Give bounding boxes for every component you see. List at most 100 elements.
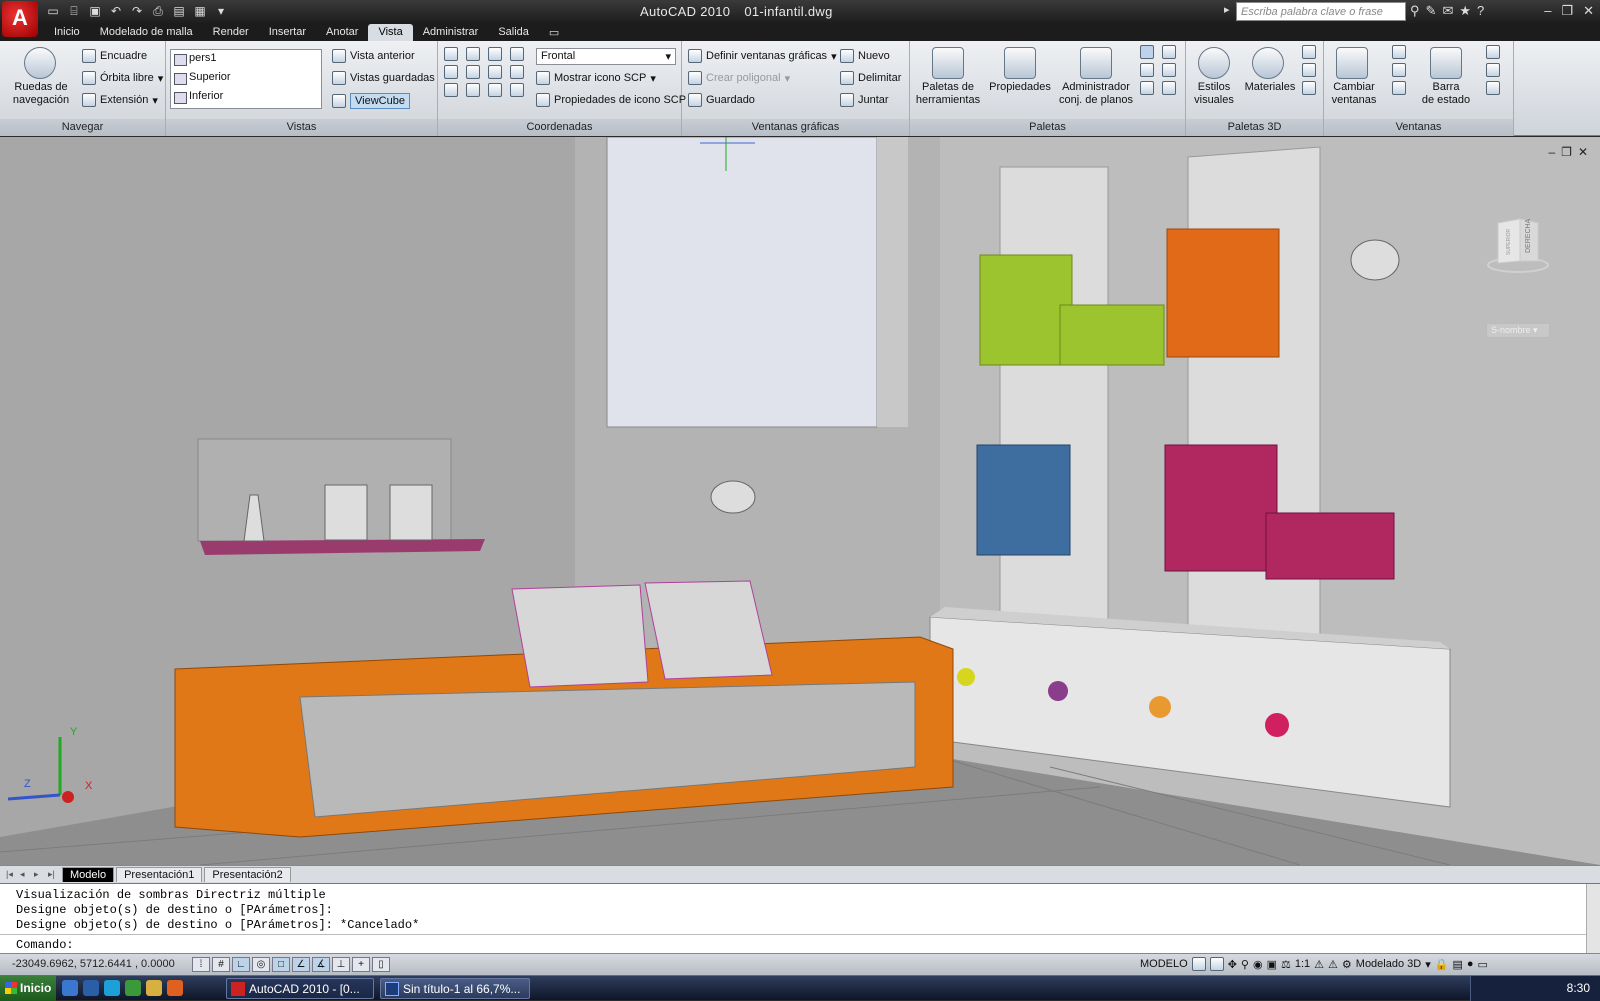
model-space-toggle[interactable]: MODELO [1140, 958, 1188, 970]
render-icon[interactable] [1302, 81, 1316, 95]
viewport-close-icon[interactable]: ✕ [1578, 145, 1588, 159]
redo-icon[interactable]: ↷ [128, 3, 146, 20]
tool-palettes-icon[interactable] [932, 47, 964, 79]
ucs-origin-icon[interactable] [466, 47, 480, 61]
tile-horizontal-icon[interactable] [1392, 45, 1406, 59]
print-icon[interactable]: ⎙ [149, 3, 167, 20]
view-item-pers1[interactable]: pers1 [171, 50, 321, 69]
tab-anotar[interactable]: Anotar [316, 24, 368, 41]
ribbon-minimize-icon[interactable]: ▭ [539, 24, 569, 41]
show-desktop-icon[interactable] [83, 980, 99, 996]
tab-salida[interactable]: Salida [488, 24, 539, 41]
quick-view-layouts-icon[interactable] [1191, 957, 1206, 971]
minimize-icon[interactable]: – [1544, 3, 1551, 19]
search-input[interactable]: Escriba palabra clave o frase [1236, 2, 1406, 21]
osnap-icon[interactable]: □ [272, 957, 290, 972]
isolate-objects-icon[interactable]: ● [1467, 958, 1474, 970]
ucs-y-icon[interactable] [466, 65, 480, 79]
layout-tab-modelo[interactable]: Modelo [62, 867, 115, 882]
quick-view-drawings-icon[interactable] [1209, 957, 1224, 971]
drawing-viewport[interactable]: Y X Z – ❐ ✕ DERECHA SUPERIOR S-nombre ▾ [0, 137, 1600, 865]
layout-tab-presentacion2[interactable]: Presentación2 [204, 867, 291, 882]
viewport-config-button[interactable]: Definir ventanas gráficas ▾ [688, 49, 837, 63]
binoculars-icon[interactable]: ⚲ [1410, 3, 1420, 19]
new-viewport-button[interactable]: Nuevo [840, 49, 890, 63]
clip-viewport-button[interactable]: Delimitar [840, 71, 901, 85]
zoom-status-icon[interactable]: ⚲ [1241, 958, 1249, 971]
dashboard-icon[interactable] [1140, 81, 1154, 95]
status-bar-icon[interactable] [1430, 47, 1462, 79]
hardware-accel-icon[interactable]: ▤ [1452, 958, 1462, 971]
prev-layout-icon[interactable]: ◂ [20, 869, 32, 880]
workspace-icon[interactable]: ▦ [191, 3, 209, 20]
annotation-scale-icon[interactable]: ⚖ [1281, 958, 1291, 971]
ucs-named-combo[interactable]: Frontal ▾ [536, 48, 676, 65]
grid-icon[interactable]: # [212, 957, 230, 972]
ucs-x-icon[interactable] [444, 65, 458, 79]
coordinates-readout[interactable]: -23049.6962, 5712.6441 , 0.0000 [12, 958, 175, 970]
sheet-set-manager-label[interactable]: Administrador conj. de planos [1056, 81, 1136, 107]
viewcube-toggle[interactable]: ViewCube [332, 93, 410, 109]
join-viewports-button[interactable]: Juntar [840, 93, 889, 107]
ucs-previous-icon[interactable] [488, 83, 502, 97]
wrench-icon[interactable]: ✎ [1426, 3, 1437, 19]
ucs-apply-icon[interactable] [510, 83, 524, 97]
materials-icon[interactable] [1252, 47, 1284, 79]
ucs-z-icon[interactable] [488, 65, 502, 79]
tab-modelado-malla[interactable]: Modelado de malla [90, 24, 203, 41]
close-icon[interactable]: ✕ [1583, 3, 1594, 19]
snap-icon[interactable]: ⁞ [192, 957, 210, 972]
annotation-visibility-icon[interactable]: ⚠ [1314, 958, 1324, 971]
next-layout-icon[interactable]: ▸ [34, 869, 46, 880]
dyn-icon[interactable]: + [352, 957, 370, 972]
cascade-icon[interactable] [1392, 81, 1406, 95]
polar-icon[interactable]: ◎ [252, 957, 270, 972]
text-window-icon[interactable] [1486, 81, 1500, 95]
communication-icon[interactable]: ✉ [1442, 3, 1453, 19]
3dosnap-icon[interactable]: ∠ [292, 957, 310, 972]
pan-status-icon[interactable]: ✥ [1228, 958, 1237, 971]
views-list[interactable]: pers1 Superior Inferior [170, 49, 322, 109]
pan-button[interactable]: Encuadre [82, 49, 147, 63]
ortho-icon[interactable]: ∟ [232, 957, 250, 972]
media-icon[interactable] [125, 980, 141, 996]
ucs-menu[interactable]: S-nombre ▾ [1486, 323, 1550, 338]
tab-administrar[interactable]: Administrar [413, 24, 489, 41]
ucs-zaxis-icon[interactable] [510, 65, 524, 79]
first-layout-icon[interactable]: |◂ [6, 869, 18, 880]
tab-vista[interactable]: Vista [368, 24, 413, 41]
tab-insertar[interactable]: Insertar [259, 24, 316, 41]
calculator-icon[interactable] [1162, 63, 1176, 77]
toolbars-icon[interactable] [1486, 63, 1500, 77]
steeringwheel-status-icon[interactable]: ◉ [1253, 958, 1263, 971]
ducs-icon[interactable]: ⊥ [332, 957, 350, 972]
lights-icon[interactable] [1302, 45, 1316, 59]
open-folder-icon[interactable]: ⌸ [65, 3, 83, 20]
search-expand-icon[interactable]: ▸ [1224, 3, 1230, 16]
clean-screen-icon[interactable]: ▭ [1478, 958, 1488, 971]
task-photoshop[interactable]: Sin título-1 al 66,7%... [380, 978, 530, 999]
named-views-button[interactable]: Vistas guardadas [332, 71, 435, 85]
steering-wheels-icon[interactable] [24, 47, 56, 79]
sheet-set-manager-icon[interactable] [1080, 47, 1112, 79]
properties-icon[interactable] [1004, 47, 1036, 79]
sun-icon[interactable] [1302, 63, 1316, 77]
design-center-icon[interactable] [1140, 45, 1154, 59]
status-bar-label[interactable]: Barra de estado [1414, 81, 1478, 107]
layout-tab-presentacion1[interactable]: Presentación1 [116, 867, 203, 882]
named-viewports-button[interactable]: Guardado [688, 93, 755, 107]
command-scrollbar[interactable] [1586, 884, 1600, 954]
viewport-minimize-icon[interactable]: – [1548, 145, 1555, 159]
switch-windows-icon[interactable] [1336, 47, 1368, 79]
help-icon[interactable]: ? [1477, 3, 1484, 19]
markup-icon[interactable] [1162, 45, 1176, 59]
start-button[interactable]: Inicio [0, 976, 56, 1001]
annotation-scale[interactable]: 1:1 [1295, 958, 1310, 970]
browser-icon[interactable] [104, 980, 120, 996]
viewport-restore-icon[interactable]: ❐ [1561, 145, 1572, 159]
zoom-extents-button[interactable]: Extensión ▾ [82, 93, 158, 107]
materials-label[interactable]: Materiales [1242, 81, 1298, 94]
folder-icon[interactable] [146, 980, 162, 996]
showmotion-icon[interactable]: ▣ [1267, 958, 1277, 971]
free-orbit-button[interactable]: Órbita libre ▾ [82, 71, 163, 85]
